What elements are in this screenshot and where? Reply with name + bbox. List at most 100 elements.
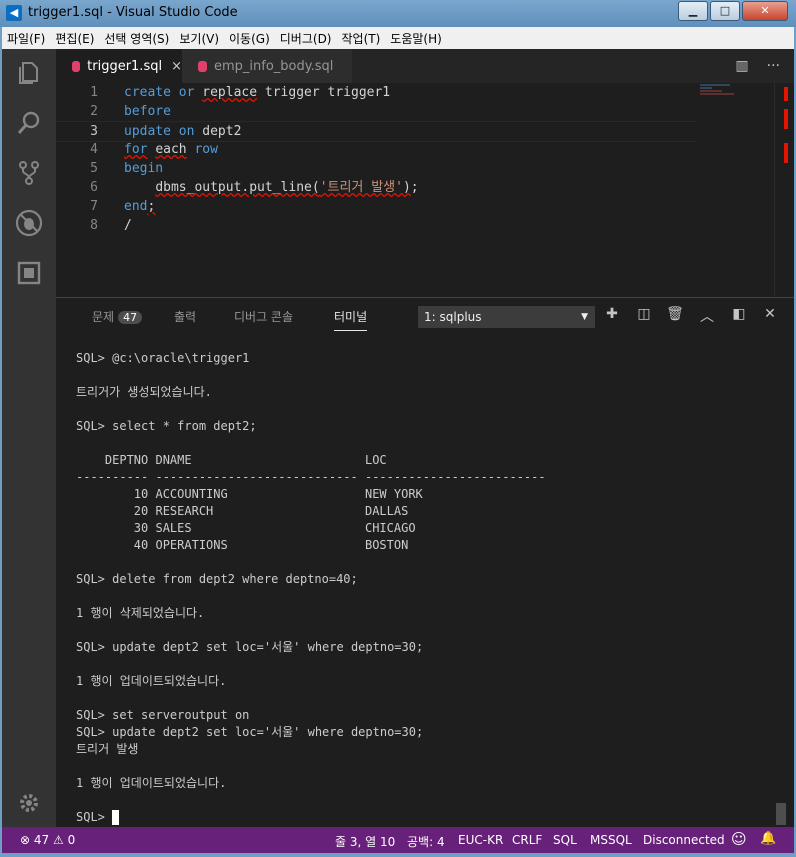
terminal-scrollbar[interactable] bbox=[776, 803, 786, 825]
menu-tasks[interactable]: 작업(T) bbox=[337, 30, 386, 47]
window-border-bottom bbox=[0, 853, 796, 857]
toggle-panel-icon[interactable]: ◧ bbox=[729, 306, 749, 322]
terminal-line: 1 행이 삭제되었습니다. bbox=[76, 606, 205, 620]
line-number: 7 bbox=[90, 199, 98, 214]
error-icon: ⊗ bbox=[20, 833, 31, 847]
chevron-up-icon[interactable]: ︿ bbox=[697, 306, 717, 326]
menu-bar: 파일(F) 편집(E) 선택 영역(S) 보기(V) 이동(G) 디버그(D) … bbox=[2, 27, 794, 49]
bottom-panel: 문제 47 출력 디버그 콘솔 터미널 1: sqlplus ▼ ✚ ◫ 🗑 ︿ ◧… bbox=[56, 297, 794, 828]
error-marker bbox=[784, 109, 788, 129]
code-line: begin bbox=[124, 161, 164, 176]
close-tab-icon[interactable]: × bbox=[171, 59, 182, 74]
line-number: 8 bbox=[90, 218, 98, 233]
terminal-line: DEPTNO DNAME LOC bbox=[76, 453, 387, 467]
code-line: create or replace trigger trigger1 bbox=[124, 85, 391, 100]
indentation[interactable]: 공백: 4 bbox=[407, 833, 445, 850]
more-actions-icon[interactable]: ··· bbox=[767, 58, 780, 74]
explorer-icon[interactable] bbox=[2, 53, 56, 93]
language-mode[interactable]: SQL bbox=[553, 833, 577, 847]
error-marker bbox=[784, 143, 788, 163]
line-number: 6 bbox=[90, 180, 98, 195]
new-terminal-icon[interactable]: ✚ bbox=[602, 306, 622, 322]
source-control-icon[interactable] bbox=[2, 153, 56, 193]
cursor-position[interactable]: 줄 3, 열 10 bbox=[335, 833, 395, 850]
activity-bar bbox=[2, 49, 56, 827]
window-title: trigger1.sql - Visual Studio Code bbox=[28, 5, 238, 20]
terminal-cursor bbox=[112, 810, 120, 825]
terminal-line: 40 OPERATIONS BOSTON bbox=[76, 538, 409, 552]
menu-help[interactable]: 도움말(H) bbox=[385, 30, 447, 47]
minimap[interactable] bbox=[700, 83, 740, 97]
terminal-line: SQL> update dept2 set loc='서울' where dep… bbox=[76, 725, 424, 739]
code-line: dbms_output.put_line('트리거 발생'); bbox=[155, 180, 419, 195]
tab-problems[interactable]: 문제 47 bbox=[92, 308, 143, 325]
minimize-button[interactable]: ▁ bbox=[678, 1, 708, 21]
connection-type[interactable]: MSSQL bbox=[590, 833, 632, 847]
code-line: update on dept2 bbox=[124, 124, 242, 139]
terminal-line: 트리거가 생성되었습니다. bbox=[76, 385, 212, 399]
problems-count-badge: 47 bbox=[118, 311, 143, 324]
tab-debug-console[interactable]: 디버그 콘솔 bbox=[234, 308, 293, 325]
panel-tabs: 문제 47 출력 디버그 콘솔 터미널 1: sqlplus ▼ ✚ ◫ 🗑 ︿ ◧… bbox=[56, 298, 794, 334]
terminal-line: SQL> delete from dept2 where deptno=40; bbox=[76, 572, 358, 586]
terminal-line: 1 행이 업데이트되었습니다. bbox=[76, 674, 227, 688]
settings-gear-icon[interactable] bbox=[2, 783, 56, 823]
vscode-window: ◀ trigger1.sql - Visual Studio Code ▁ □ … bbox=[0, 0, 796, 857]
terminal-prompt-line: SQL> bbox=[76, 809, 120, 826]
terminal-line: SQL> update dept2 set loc='서울' where dep… bbox=[76, 640, 424, 654]
extensions-icon[interactable] bbox=[2, 253, 56, 293]
menu-file[interactable]: 파일(F) bbox=[2, 30, 50, 47]
terminal-line: SQL> select * from dept2; bbox=[76, 419, 257, 433]
menu-edit[interactable]: 편집(E) bbox=[50, 30, 99, 47]
menu-go[interactable]: 이동(G) bbox=[224, 30, 275, 47]
chevron-down-icon: ▼ bbox=[581, 312, 588, 322]
menu-debug[interactable]: 디버그(D) bbox=[275, 30, 337, 47]
feedback-smiley-icon[interactable]: ☺ bbox=[731, 830, 747, 848]
terminal-select[interactable]: 1: sqlplus ▼ bbox=[418, 306, 595, 328]
menu-selection[interactable]: 선택 영역(S) bbox=[99, 30, 174, 47]
close-panel-icon[interactable]: ✕ bbox=[760, 306, 780, 322]
warning-icon: ⚠ bbox=[53, 833, 64, 847]
terminal-line: ---------- ---------------------------- … bbox=[76, 470, 546, 484]
end-of-line[interactable]: CRLF bbox=[512, 833, 542, 847]
notification-bell-icon[interactable]: 🔔 bbox=[760, 831, 776, 846]
code-line: for each row bbox=[124, 142, 218, 157]
problems-status[interactable]: ⊗ 47 ⚠ 0 bbox=[20, 833, 75, 847]
status-bar: ⊗ 47 ⚠ 0 줄 3, 열 10 공백: 4 EUC-KR CRLF SQL… bbox=[2, 827, 794, 853]
editor-tabs: trigger1.sql × emp_info_body.sql ▥ ··· bbox=[56, 49, 794, 83]
encoding[interactable]: EUC-KR bbox=[458, 833, 503, 847]
error-marker bbox=[784, 87, 788, 101]
tab-output[interactable]: 출력 bbox=[174, 308, 196, 325]
split-terminal-icon[interactable]: ◫ bbox=[634, 306, 654, 322]
line-number: 4 bbox=[90, 142, 98, 157]
maximize-button[interactable]: □ bbox=[710, 1, 740, 21]
line-number: 1 bbox=[90, 85, 98, 100]
tab-trigger1[interactable]: trigger1.sql × bbox=[56, 49, 182, 83]
terminal-line: 트리거 발생 bbox=[76, 742, 139, 756]
line-number: 2 bbox=[90, 104, 98, 119]
terminal-line: 1 행이 업데이트되었습니다. bbox=[76, 776, 227, 790]
debug-icon[interactable] bbox=[2, 203, 56, 243]
terminal-line: SQL> set serveroutput on bbox=[76, 708, 250, 722]
connection-status[interactable]: Disconnected bbox=[643, 833, 725, 847]
tab-label: trigger1.sql bbox=[87, 58, 163, 74]
menu-view[interactable]: 보기(V) bbox=[174, 30, 224, 47]
terminal-line: 20 RESEARCH DALLAS bbox=[76, 504, 409, 518]
vscode-icon: ◀ bbox=[6, 5, 22, 21]
split-editor-icon[interactable]: ▥ bbox=[735, 58, 748, 74]
tab-terminal[interactable]: 터미널 bbox=[334, 308, 368, 331]
line-number: 3 bbox=[90, 124, 98, 139]
database-file-icon bbox=[198, 60, 207, 72]
code-line: / bbox=[124, 218, 132, 233]
search-icon[interactable] bbox=[2, 103, 56, 143]
close-window-button[interactable]: ✕ bbox=[742, 1, 788, 21]
tab-emp-info-body[interactable]: emp_info_body.sql bbox=[182, 49, 352, 83]
terminal-line: SQL> @c:\oracle\trigger1 bbox=[76, 351, 250, 365]
database-file-icon bbox=[72, 60, 81, 72]
terminal-line: 30 SALES CHICAGO bbox=[76, 521, 416, 535]
code-line: end; bbox=[124, 199, 156, 214]
code-editor[interactable]: 1 create or replace trigger trigger1 2 bef… bbox=[56, 83, 795, 296]
trash-icon[interactable]: 🗑 bbox=[665, 306, 685, 322]
window-border-left bbox=[0, 27, 2, 857]
code-line: before bbox=[124, 104, 171, 119]
